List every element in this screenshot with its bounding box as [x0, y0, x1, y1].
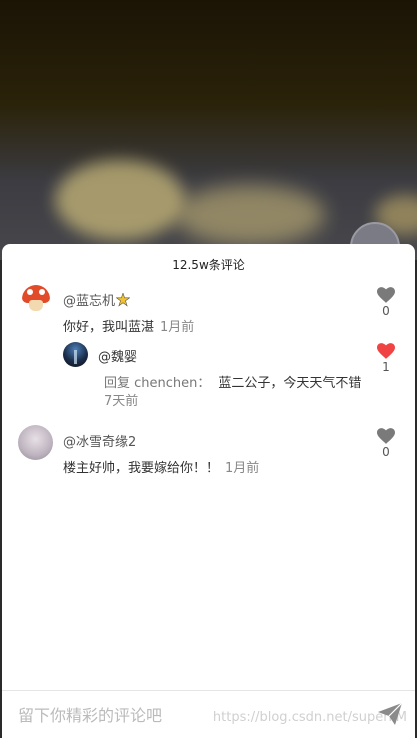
star-badge-icon — [116, 293, 131, 307]
like-button[interactable]: 0 — [376, 287, 396, 318]
video-background — [0, 0, 417, 260]
avatar[interactable] — [18, 425, 53, 460]
heart-icon — [377, 428, 395, 444]
reply-author[interactable]: @魏婴 — [98, 346, 137, 365]
comment-text: 你好，我叫蓝湛 1月前 — [63, 320, 195, 335]
heart-icon — [377, 343, 395, 359]
comment-input-bar: https://blog.csdn.net/superliM — [2, 690, 415, 738]
comment-sheet: 12.5w条评论 @蓝忘机 你好，我叫蓝湛 1月前 0 @魏婴 回复 chench… — [2, 244, 415, 738]
like-count: 0 — [382, 304, 390, 318]
send-icon[interactable] — [378, 703, 402, 725]
avatar[interactable] — [63, 342, 88, 367]
comment-author[interactable]: @冰雪奇缘2 — [63, 431, 136, 450]
reply-time: 7天前 — [104, 394, 139, 409]
reply-to-label[interactable]: 回复 chenchen： — [104, 376, 210, 391]
avatar[interactable] — [22, 285, 50, 313]
like-button[interactable]: 0 — [376, 428, 396, 459]
comment-count-title: 12.5w条评论 — [172, 258, 245, 272]
like-count: 0 — [382, 445, 390, 459]
heart-icon — [377, 287, 395, 303]
like-button[interactable]: 1 — [376, 343, 396, 374]
like-count: 1 — [382, 360, 390, 374]
comment-text: 楼主好帅，我要嫁给你！！ 1月前 — [63, 461, 260, 476]
comment-time: 1月前 — [225, 461, 260, 476]
reply-text: 回复 chenchen： 蓝二公子，今天天气不错 — [104, 376, 362, 391]
comment-author[interactable]: @蓝忘机 — [63, 290, 131, 309]
comment-time: 1月前 — [160, 320, 195, 335]
